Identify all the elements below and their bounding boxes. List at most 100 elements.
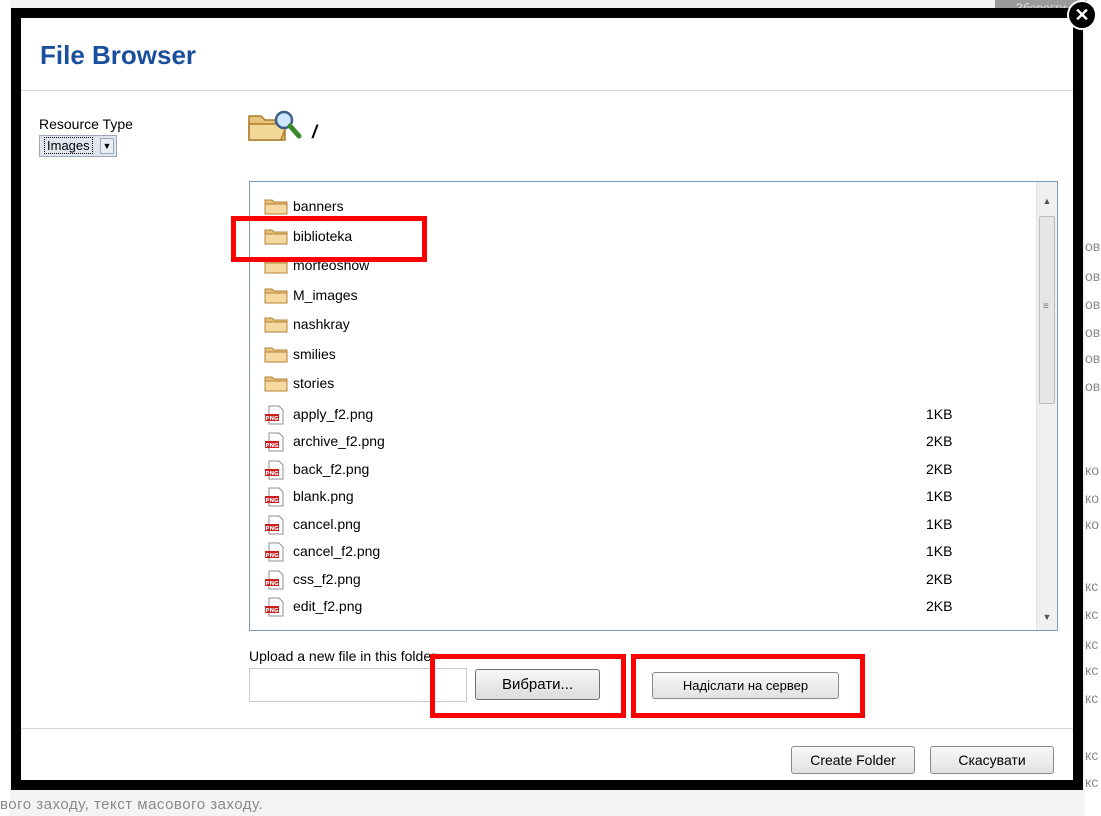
title-separator [21,90,1073,91]
folder-icon [264,256,288,281]
folder-item[interactable]: M_images [264,283,984,307]
file-size: 2KB [926,460,953,477]
scroll-up-arrow-icon[interactable]: ▲ [1037,192,1057,210]
file-item[interactable]: PNG blank.png 1KB [264,484,984,508]
upload-label: Upload a new file in this folder [249,648,436,664]
create-folder-button[interactable]: Create Folder [791,746,915,774]
folder-name: banners [293,198,344,214]
folder-icon [264,286,288,311]
scroll-grip-icon: ≡ [1043,301,1049,312]
folder-icon [264,315,288,340]
scroll-down-arrow-icon[interactable]: ▼ [1037,608,1057,626]
background-text-fragment: кс [1085,690,1099,706]
file-item[interactable]: PNG cancel.png 1KB [264,512,984,536]
folder-name: M_images [293,286,358,303]
background-text-fragment: ов [1085,238,1101,254]
folder-item[interactable]: biblioteka [264,224,984,248]
svg-text:PNG: PNG [265,416,279,422]
file-name: css_f2.png [293,570,361,587]
file-item[interactable]: PNG edit_f2.png 2KB [264,594,984,618]
background-text-fragment: кс [1085,774,1099,790]
svg-text:PNG: PNG [265,526,279,532]
file-name: archive_f2.png [293,433,385,449]
current-path: / [312,122,318,142]
svg-text:PNG: PNG [265,443,279,449]
background-text-fragment: ко [1085,490,1100,506]
folder-icon [264,345,288,370]
footer-separator [21,728,1073,729]
svg-text:PNG: PNG [265,471,279,477]
folder-icon [264,227,288,252]
file-item[interactable]: PNG archive_f2.png 2KB [264,429,984,453]
file-size: 2KB [926,570,953,587]
upload-file-input[interactable] [249,668,467,702]
png-file-icon: PNG [264,405,286,432]
folder-name: smilies [293,345,336,362]
folder-item[interactable]: stories [264,371,984,395]
png-file-icon: PNG [264,487,286,514]
file-name: cancel_f2.png [293,543,381,559]
file-browser-dialog: File Browser Resource Type Images ▼ / ba… [21,18,1073,780]
close-icon[interactable]: ✕ [1067,0,1097,30]
file-item[interactable]: PNG cancel_f2.png 1KB [264,539,984,563]
file-item[interactable]: PNG apply_f2.png 1KB [264,402,984,426]
browse-button[interactable]: Вибрати... [475,669,600,700]
file-size: 2KB [926,598,953,614]
folder-name: stories [293,375,335,391]
resource-type-label: Resource Type [39,116,133,132]
file-size: 1KB [926,488,953,504]
file-size: 1KB [926,543,953,559]
resource-type-select[interactable]: Images ▼ [39,135,117,157]
background-text-fragment: ко [1085,516,1100,532]
svg-text:PNG: PNG [265,553,279,559]
scroll-thumb[interactable]: ≡ [1039,216,1055,404]
background-text-fragment: кс [1085,636,1099,652]
folder-search-icon [248,110,302,141]
file-name: blank.png [293,488,354,504]
background-text-fragment: ов [1085,350,1101,366]
folder-item[interactable]: nashkray [264,312,984,336]
file-size: 2KB [926,433,953,449]
png-file-icon: PNG [264,460,286,487]
background-text-fragment: кс [1085,606,1099,622]
cancel-button[interactable]: Скасувати [930,746,1054,774]
chevron-down-icon: ▼ [100,138,114,154]
file-name: edit_f2.png [293,598,363,614]
background-text-fragment: ов [1085,378,1101,394]
folder-icon [264,197,288,222]
file-name: cancel.png [293,515,361,532]
svg-text:PNG: PNG [265,608,279,614]
background-text-fragment: кс [1085,747,1099,763]
file-item[interactable]: PNG back_f2.png 2KB [264,457,984,481]
folder-name: morfeoshow [293,257,370,273]
file-name: apply_f2.png [293,405,374,422]
dialog-title: File Browser [40,40,197,70]
background-text-fragment: ов [1085,296,1101,312]
png-file-icon: PNG [264,570,286,597]
file-item[interactable]: PNG css_f2.png 2KB [264,567,984,591]
png-file-icon: PNG [264,597,286,624]
svg-text:PNG: PNG [265,498,279,504]
folder-item[interactable]: banners [264,194,984,218]
background-bottom-text: вого заходу, текст масового заходу. [0,796,264,813]
folder-item[interactable]: morfeoshow [264,253,984,277]
background-text-fragment: ов [1085,324,1101,340]
png-file-icon: PNG [264,432,286,459]
folder-item[interactable]: smilies [264,342,984,366]
file-list-scrollbar[interactable]: ▲ ≡ ▼ [1036,182,1057,630]
file-name: back_f2.png [293,460,370,477]
svg-text:PNG: PNG [265,581,279,587]
background-text-fragment: ко [1085,462,1100,478]
background-text-fragment: кс [1085,662,1099,678]
png-file-icon: PNG [264,542,286,569]
file-size: 1KB [926,515,953,532]
resource-type-value: Images [44,137,93,154]
upload-send-button[interactable]: Надіслати на сервер [652,672,839,699]
background-left-strip [0,0,10,816]
background-text-fragment: ов [1085,268,1101,284]
png-file-icon: PNG [264,515,286,542]
background-text-fragment: кс [1085,578,1099,594]
file-list[interactable]: banners biblioteka morfeoshow M_imagesnashk… [249,181,1058,631]
folder-name: nashkray [293,316,350,332]
folder-name: biblioteka [293,227,353,244]
